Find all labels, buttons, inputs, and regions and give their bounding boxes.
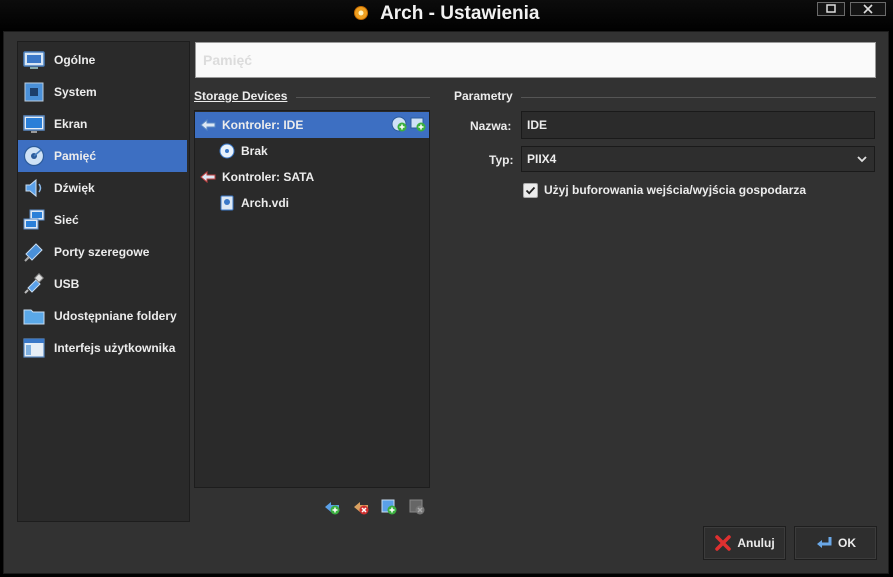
- tree-item-label: Brak: [241, 144, 268, 158]
- sidebar-item-label: Porty szeregowe: [54, 245, 150, 259]
- divider: [521, 97, 876, 98]
- hard-disk-icon: [220, 195, 234, 211]
- host-io-cache-label[interactable]: Użyj buforowania wejścia/wyjścia gospoda…: [544, 183, 806, 197]
- monitor-icon: [23, 115, 45, 133]
- tree-item-hard-disk[interactable]: Arch.vdi: [195, 190, 453, 216]
- window-title: Arch - Ustawienia: [380, 3, 540, 24]
- cancel-icon: [715, 535, 732, 551]
- title-bar: Arch - Ustawienia: [0, 0, 893, 32]
- page-title: Pamięć: [195, 42, 876, 78]
- storage-tree[interactable]: Kontroler: IDE Brak Kontroler: SATA Arch…: [194, 110, 430, 488]
- add-hard-disk-icon[interactable]: [410, 116, 426, 132]
- chevron-down-icon: [857, 156, 867, 163]
- tree-item-label: Kontroler: SATA: [222, 170, 315, 184]
- folder-icon: [23, 309, 45, 325]
- storage-devices-label: Storage Devices: [194, 89, 287, 103]
- controller-icon: [200, 170, 216, 184]
- sidebar-item-general[interactable]: Ogólne: [18, 44, 187, 76]
- name-input[interactable]: [521, 111, 875, 139]
- sidebar-item-label: Ekran: [54, 117, 88, 131]
- sidebar-item-storage[interactable]: Pamięć: [18, 140, 187, 172]
- sidebar-item-label: Ogólne: [54, 53, 96, 67]
- sidebar-item-shared-folders[interactable]: Udostępniane foldery: [18, 300, 187, 332]
- cancel-button[interactable]: Anuluj: [703, 526, 786, 560]
- sidebar-item-label: Dźwięk: [54, 181, 95, 195]
- add-attachment-icon[interactable]: [381, 499, 397, 515]
- settings-dialog: Ogólne System Ekran Pamięć Dźwięk Sieć P…: [3, 31, 889, 574]
- tree-item-ide-controller[interactable]: Kontroler: IDE: [195, 112, 429, 138]
- sidebar-item-label: Interfejs użytkownika: [54, 341, 176, 355]
- settings-sidebar: Ogólne System Ekran Pamięć Dźwięk Sieć P…: [17, 41, 190, 522]
- optical-disc-icon: [219, 143, 235, 159]
- sidebar-item-network[interactable]: Sieć: [18, 204, 187, 236]
- add-optical-drive-icon[interactable]: [391, 116, 407, 132]
- window-icon: [23, 338, 45, 358]
- close-icon: [863, 4, 873, 14]
- type-select-value: PIIX4: [527, 152, 557, 166]
- serial-port-icon: [24, 243, 43, 262]
- window-title-wrap: Arch - Ustawienia: [0, 3, 893, 25]
- checkmark-icon: [525, 186, 536, 195]
- add-controller-icon[interactable]: [324, 499, 340, 515]
- name-label: Nazwa:: [470, 119, 512, 133]
- tree-item-label: Arch.vdi: [241, 196, 290, 210]
- tree-item-optical-drive[interactable]: Brak: [195, 138, 453, 164]
- sidebar-item-audio[interactable]: Dźwięk: [18, 172, 187, 204]
- sidebar-item-user-interface[interactable]: Interfejs użytkownika: [18, 332, 187, 364]
- sidebar-item-usb[interactable]: USB: [18, 268, 187, 300]
- enter-arrow-icon: [817, 537, 832, 548]
- general-icon: [23, 51, 45, 69]
- controller-icon: [200, 118, 216, 132]
- usb-icon: [24, 273, 44, 294]
- ok-button-label: OK: [838, 536, 856, 550]
- parameters-label: Parametry: [454, 89, 513, 103]
- tree-item-label: Kontroler: IDE: [222, 118, 304, 132]
- speaker-icon: [25, 178, 42, 198]
- sidebar-item-display[interactable]: Ekran: [18, 108, 187, 140]
- sidebar-item-system[interactable]: System: [18, 76, 187, 108]
- type-label: Typ:: [489, 153, 514, 167]
- tree-item-sata-controller[interactable]: Kontroler: SATA: [195, 164, 429, 190]
- disk-icon: [23, 145, 45, 167]
- host-io-cache-checkbox[interactable]: [523, 183, 538, 198]
- sidebar-item-label: System: [54, 85, 97, 99]
- ok-button[interactable]: OK: [794, 526, 877, 560]
- maximize-button[interactable]: [817, 2, 845, 16]
- close-button[interactable]: [850, 2, 886, 16]
- cancel-button-label: Anuluj: [737, 536, 775, 550]
- remove-controller-icon[interactable]: [353, 499, 369, 515]
- sidebar-item-label: Pamięć: [54, 149, 97, 163]
- chip-icon: [24, 82, 44, 102]
- remove-attachment-icon[interactable]: [409, 499, 425, 515]
- type-select[interactable]: PIIX4: [521, 146, 875, 172]
- storage-devices-label-text: Storage Devices: [194, 89, 288, 103]
- sidebar-item-label: USB: [54, 277, 80, 291]
- sidebar-item-serial-ports[interactable]: Porty szeregowe: [18, 236, 187, 268]
- app-gear-icon: [354, 6, 369, 20]
- network-icon: [23, 209, 45, 230]
- sidebar-item-label: Udostępniane foldery: [54, 309, 177, 323]
- divider: [296, 97, 430, 98]
- maximize-icon: [826, 4, 836, 13]
- sidebar-item-label: Sieć: [54, 213, 79, 227]
